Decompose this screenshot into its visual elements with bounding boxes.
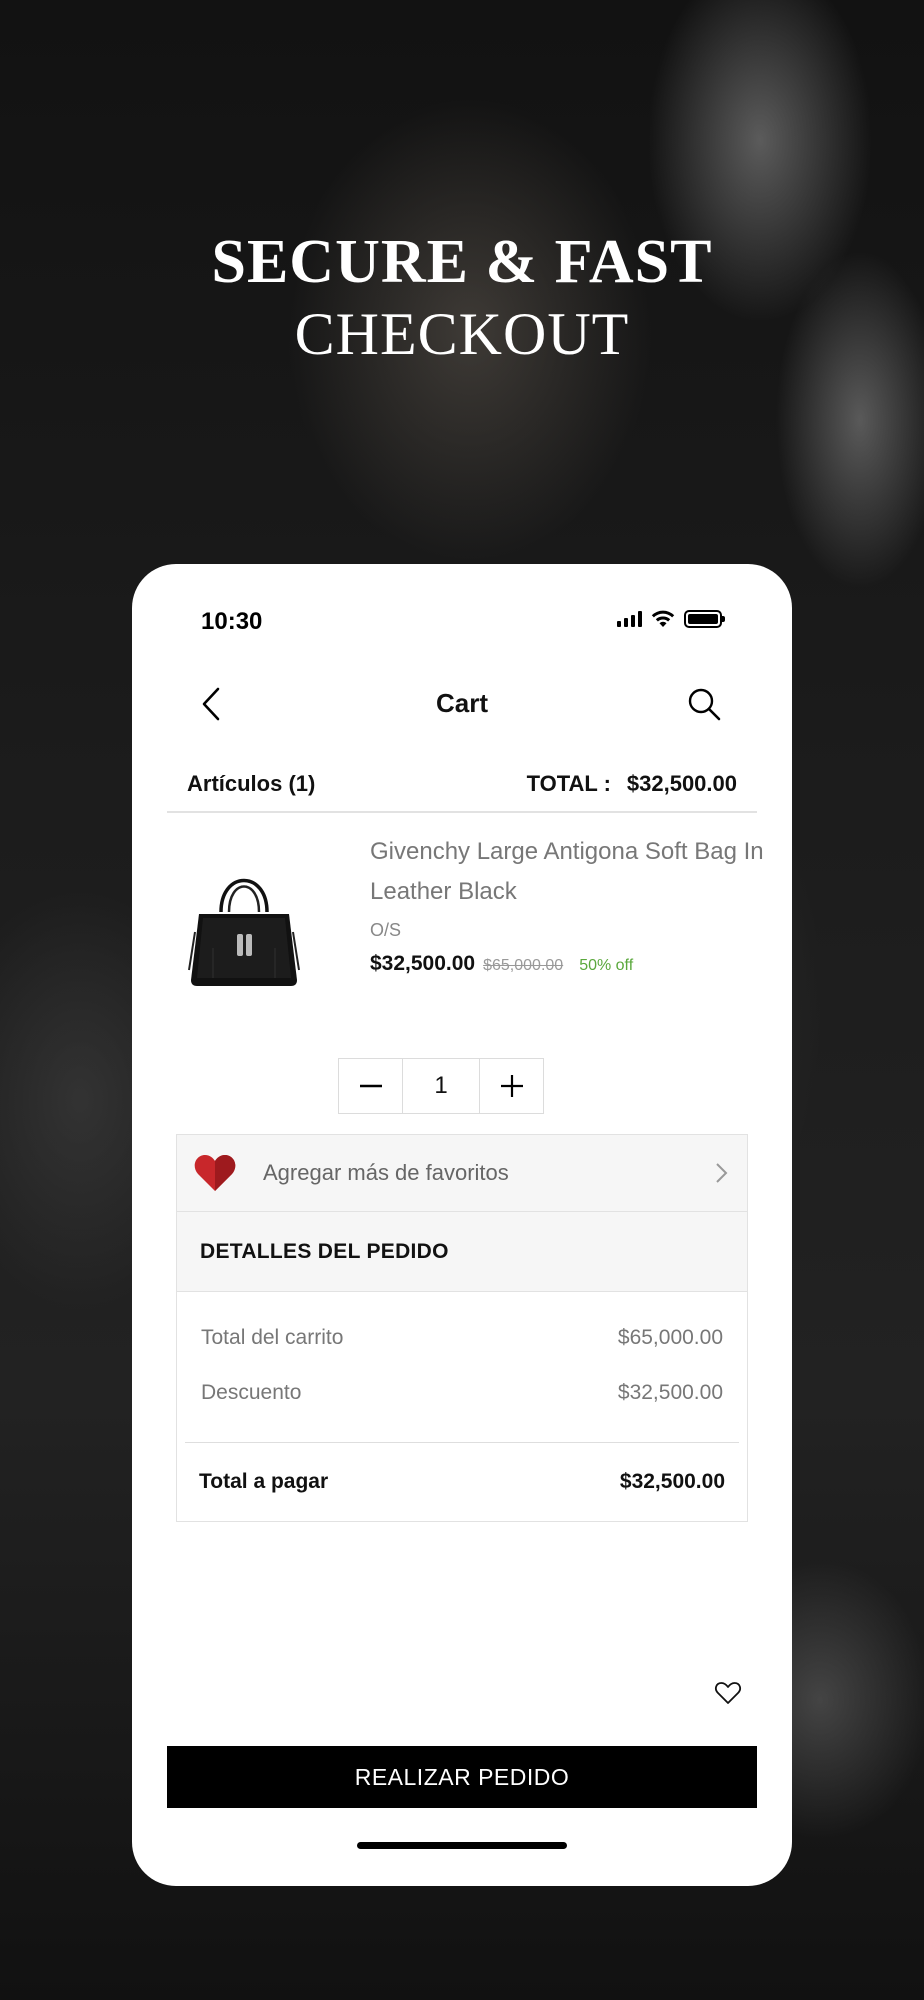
line-value: $32,500.00 [617,1380,723,1404]
black-leather-bag-image [188,878,300,986]
place-order-button[interactable]: REALIZAR PEDIDO [167,1746,757,1808]
search-icon [688,688,721,721]
battery-icon [684,610,725,628]
line-label: Total del carrito [201,1325,344,1349]
quantity-stepper: 1 [338,1058,544,1114]
minus-icon [359,1084,382,1088]
quantity-value[interactable]: 1 [402,1059,480,1113]
decrease-quantity-button[interactable] [339,1059,402,1113]
amount-due-value: $32,500.00 [619,1470,725,1493]
order-details-heading: DETALLES DEL PEDIDO [177,1212,747,1292]
heart-outline-icon [715,1682,741,1704]
favorites-label: Agregar más de favoritos [263,1160,509,1185]
line-value: $65,000.00 [617,1325,723,1349]
status-icons [617,609,725,629]
amount-due-line: Total a pagar $32,500.00 [177,1443,747,1521]
status-bar: 10:30 [132,564,792,674]
product-price: $32,500.00 [370,952,476,975]
nav-bar: Cart [132,664,792,744]
hero-title-line2: CHECKOUT [294,301,630,367]
chevron-right-icon [716,1163,728,1183]
add-from-favorites-button[interactable]: Agregar más de favoritos [176,1134,748,1212]
phone-screen: 10:30 Cart Artículos (1) TOTAL: $32,500… [132,564,792,1886]
line-label: Descuento [201,1380,302,1404]
discount-line: Descuento $32,500.00 [177,1365,747,1420]
total-label: TOTAL : [526,771,611,796]
cart-total: TOTAL : $32,500.00 [527,771,737,797]
status-time: 10:30 [201,608,263,635]
wifi-icon [651,610,675,627]
cart-item: Givenchy Large Antigona Soft Bag In Leat… [167,824,764,1004]
signal-icon [617,611,642,627]
discount-badge: 50% off [579,957,634,974]
product-name[interactable]: Givenchy Large Antigona Soft Bag In Leat… [370,832,770,912]
total-value: $32,500.00 [626,771,737,796]
search-button[interactable] [684,684,724,724]
hero-heading: SECURE & FAST CHECKOUT [0,225,924,369]
divider [167,811,757,813]
plus-icon [500,1075,523,1097]
items-count: Artículos (1) [187,771,316,796]
heart-icon [194,1155,236,1191]
price-row: $32,500.00 $65,000.00 50% off [370,952,633,976]
product-size: O/S [370,920,402,940]
original-price: $65,000.00 [483,957,564,974]
increase-quantity-button[interactable] [480,1059,543,1113]
home-indicator [357,1842,567,1849]
order-details: DETALLES DEL PEDIDO Total del carrito $6… [176,1212,748,1522]
cart-total-line: Total del carrito $65,000.00 [177,1310,747,1365]
hero-title-line1: SECURE & FAST [211,228,713,296]
wishlist-button[interactable] [714,1680,742,1706]
amount-due-label: Total a pagar [199,1470,329,1493]
cart-summary: Artículos (1) TOTAL : $32,500.00 [187,754,737,814]
product-image[interactable] [179,852,309,992]
